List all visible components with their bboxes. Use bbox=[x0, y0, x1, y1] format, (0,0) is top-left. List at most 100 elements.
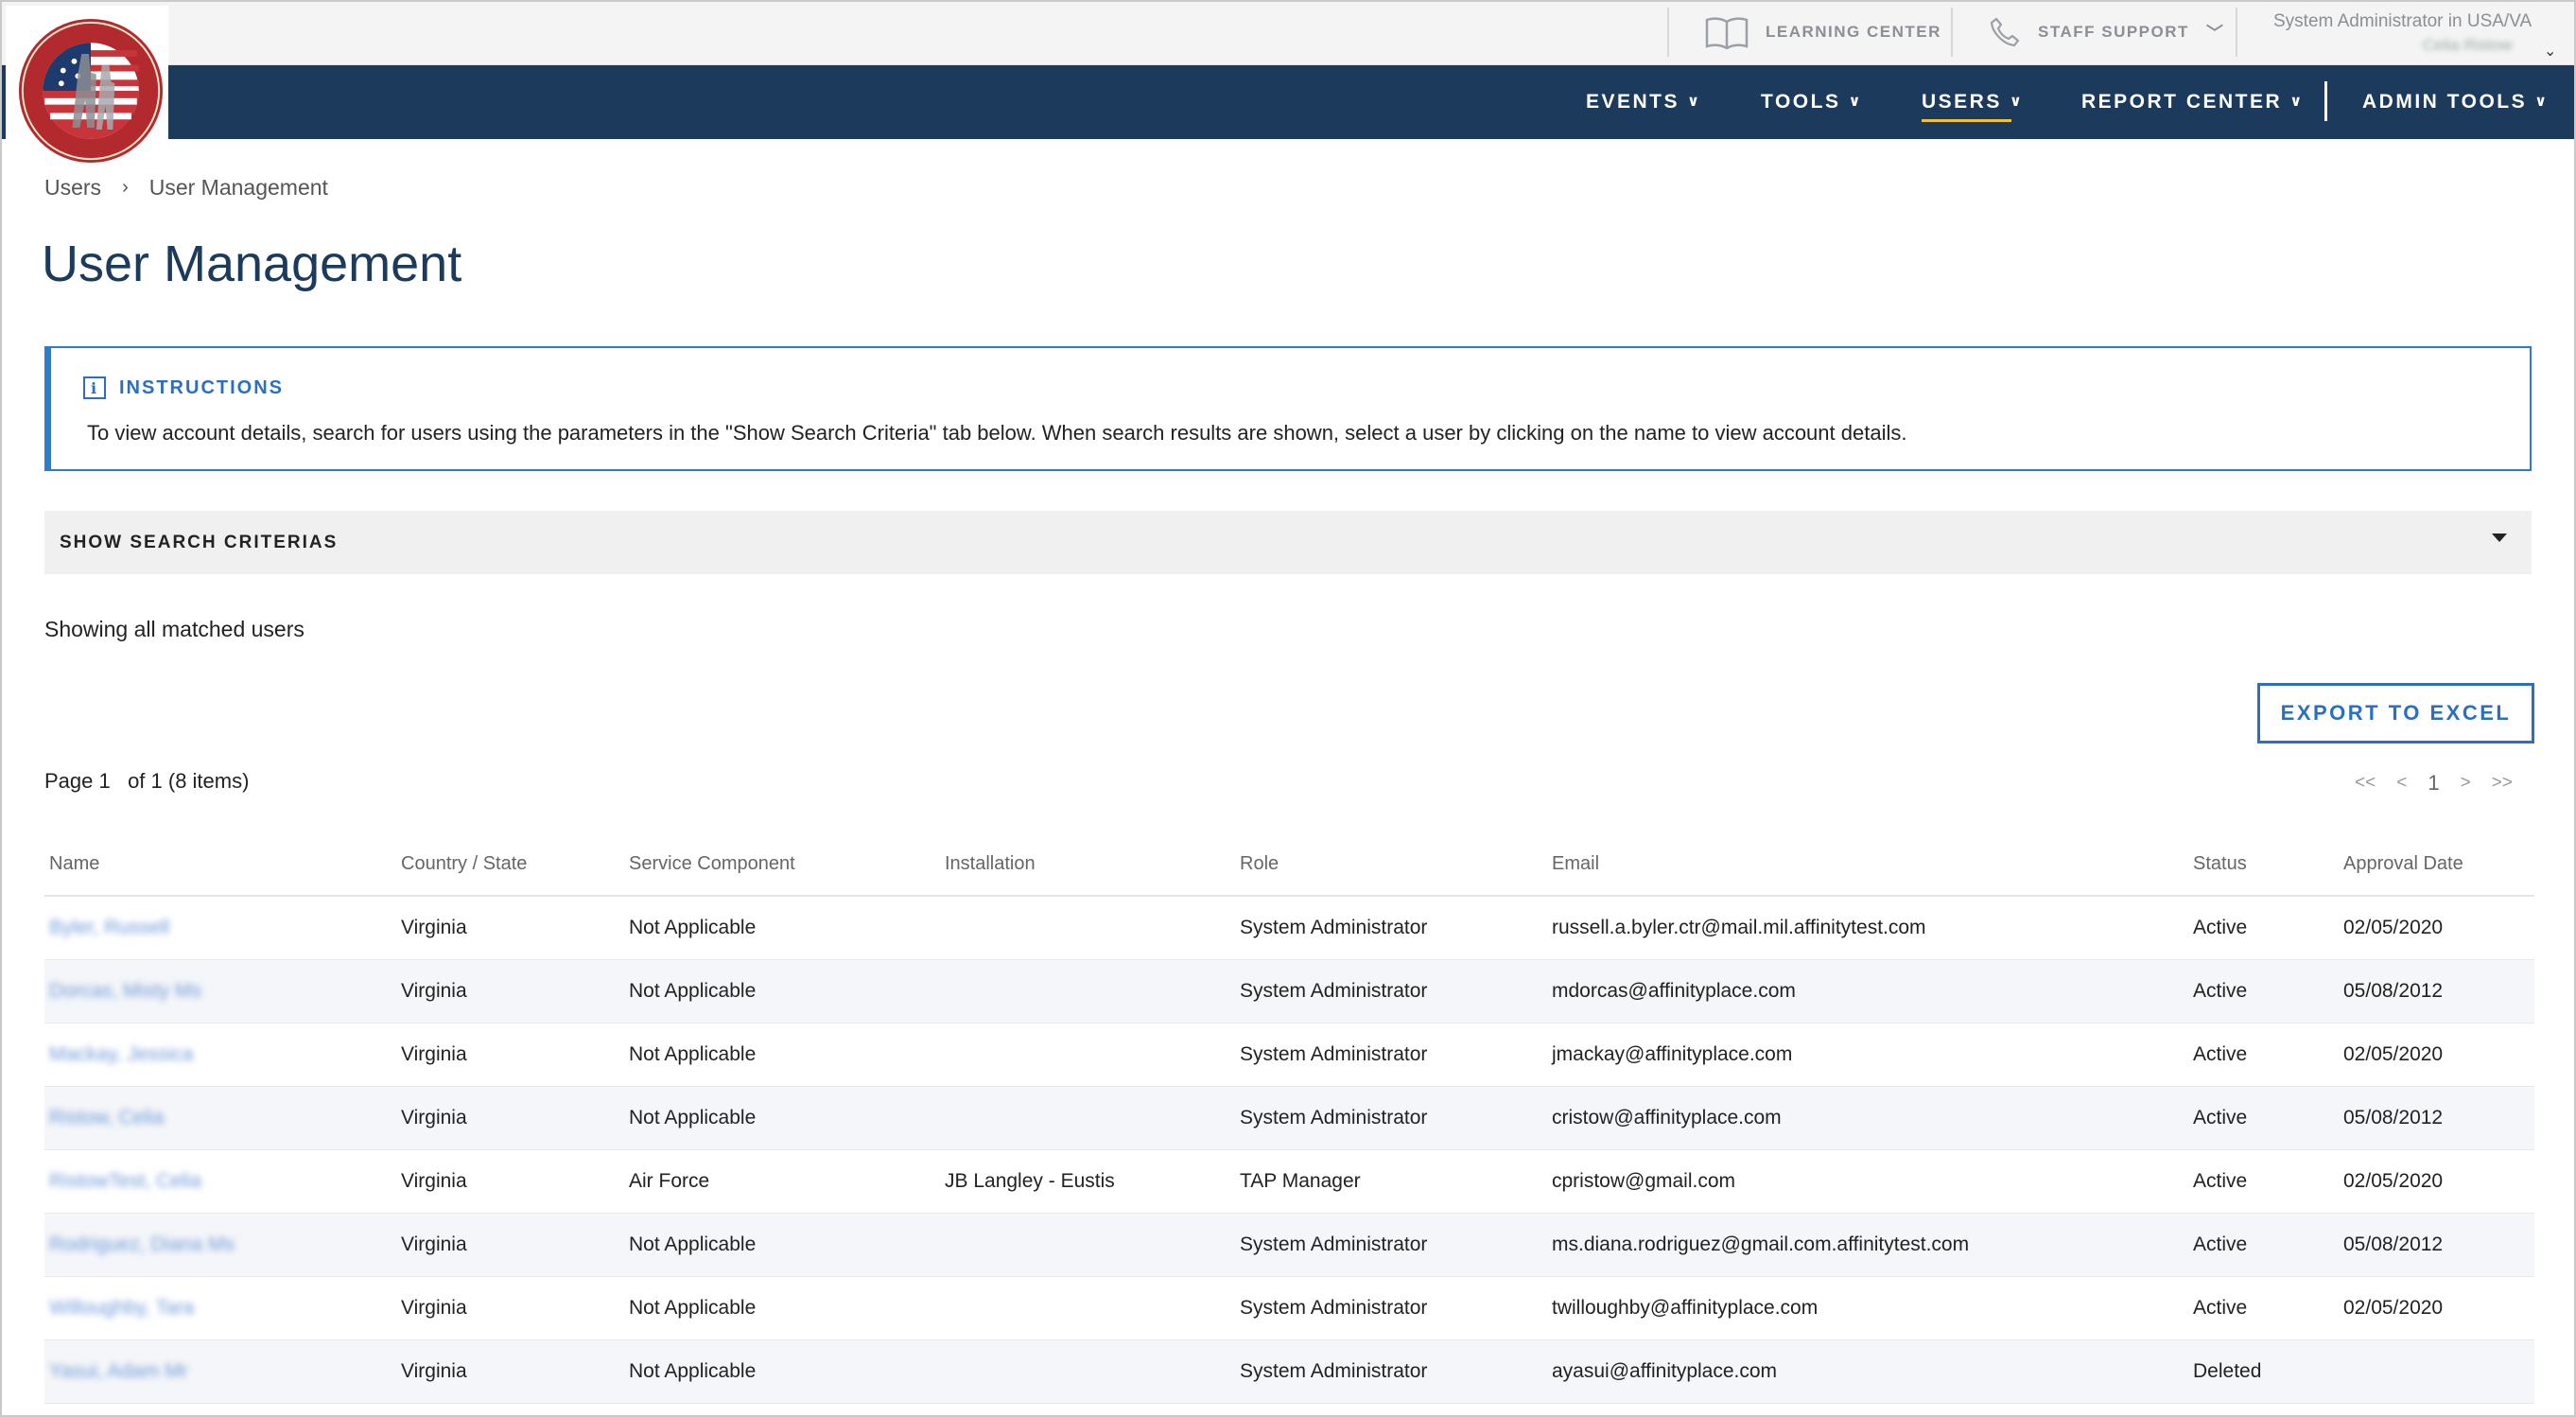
cell-status: Deleted bbox=[2193, 1360, 2262, 1382]
cell-country-state: Virginia bbox=[401, 1297, 467, 1319]
pager-prev[interactable]: < bbox=[2396, 773, 2407, 794]
breadcrumb-separator: › bbox=[122, 177, 129, 198]
nav-admin-tools[interactable]: ADMIN TOOLS ∨ bbox=[2362, 65, 2550, 139]
chevron-down-icon: ∨ bbox=[1687, 94, 1702, 110]
staff-support-menu[interactable]: STAFF SUPPORT ﹀ bbox=[1989, 0, 2223, 64]
matched-users-text: Showing all matched users bbox=[44, 617, 305, 641]
table-body: Byler, Russell Virginia Not Applicable Syst… bbox=[44, 897, 2534, 1404]
export-to-excel-button[interactable]: EXPORT TO EXCEL bbox=[2257, 683, 2534, 743]
learning-center-link[interactable]: LEARNING CENTER bbox=[1705, 0, 1941, 64]
utility-divider bbox=[1951, 8, 1953, 57]
header-col-email: Email bbox=[1552, 853, 1600, 874]
cell-country-state: Virginia bbox=[401, 1107, 467, 1128]
cell-status: Active bbox=[2193, 917, 2248, 938]
nav-divider bbox=[2324, 81, 2327, 121]
cell-approval-date: 02/05/2020 bbox=[2343, 1297, 2444, 1319]
chevron-down-icon: ∨ bbox=[2009, 94, 2025, 110]
cell-approval-date: 05/08/2012 bbox=[2343, 1233, 2444, 1255]
instructions-panel: i INSTRUCTIONS To view account details, … bbox=[44, 346, 2532, 471]
cell-email: russell.a.byler.ctr@mail.mil.affinitytes… bbox=[1552, 917, 1926, 938]
cell-country-state: Virginia bbox=[401, 1233, 467, 1255]
header-col-country-state: Country / State bbox=[401, 853, 528, 874]
table-row: Yasui, Adam Mr Virginia Not Applicable Syst… bbox=[44, 1340, 2534, 1404]
user-name-link[interactable]: Yasui, Adam Mr bbox=[49, 1340, 188, 1403]
logo-container[interactable] bbox=[6, 6, 168, 165]
cell-role: System Administrator bbox=[1240, 917, 1428, 938]
cell-country-state: Virginia bbox=[401, 1360, 467, 1382]
nav-tools[interactable]: TOOLS ∨ bbox=[1761, 65, 1863, 139]
cell-role: System Administrator bbox=[1240, 1107, 1428, 1128]
breadcrumb-users-link[interactable]: Users bbox=[44, 175, 101, 201]
cell-service-component: Not Applicable bbox=[629, 1297, 757, 1319]
learning-center-label: LEARNING CENTER bbox=[1766, 23, 1941, 41]
cell-service-component: Not Applicable bbox=[629, 980, 757, 1002]
instructions-text: To view account details, search for user… bbox=[87, 421, 1907, 445]
user-account-menu[interactable]: System Administrator in USA/VA Celia Ris… bbox=[2273, 11, 2556, 60]
cell-status: Active bbox=[2193, 980, 2248, 1002]
staff-support-label: STAFF SUPPORT bbox=[2038, 23, 2189, 41]
cell-country-state: Virginia bbox=[401, 917, 467, 938]
user-name-link[interactable]: Rodriguez, Diana Ms bbox=[49, 1214, 235, 1276]
header-col-name: Name bbox=[49, 853, 100, 874]
instructions-header: i INSTRUCTIONS bbox=[83, 376, 284, 399]
chevron-down-icon: ﹀ bbox=[2205, 24, 2223, 43]
cell-service-component: Not Applicable bbox=[629, 1043, 757, 1065]
cell-email: mdorcas@affinityplace.com bbox=[1552, 980, 1796, 1002]
cell-approval-date: 05/08/2012 bbox=[2343, 1107, 2444, 1128]
user-name-link[interactable]: Willoughby, Tara bbox=[49, 1277, 194, 1339]
nav-report-center-label: REPORT CENTER bbox=[2081, 91, 2283, 113]
pager-first[interactable]: << bbox=[2355, 773, 2376, 794]
cell-email: ms.diana.rodriguez@gmail.com.affinitytes… bbox=[1552, 1233, 1970, 1255]
main-navigation: EVENTS ∨ TOOLS ∨ USERS ∨ REPORT CENTER ∨ ADM… bbox=[0, 65, 2576, 139]
table-row: Rodriguez, Diana Ms Virginia Not Applicabl… bbox=[44, 1214, 2534, 1277]
user-name-link[interactable]: Ristow, Celia bbox=[49, 1087, 164, 1149]
cell-country-state: Virginia bbox=[401, 1170, 467, 1192]
caret-down-icon bbox=[2492, 534, 2507, 542]
cell-service-component: Not Applicable bbox=[629, 917, 757, 938]
pager-next[interactable]: > bbox=[2461, 773, 2471, 794]
cell-country-state: Virginia bbox=[401, 980, 467, 1002]
breadcrumb-current: User Management bbox=[148, 175, 328, 200]
nav-tools-label: TOOLS bbox=[1761, 91, 1841, 113]
table-row: Ristow, Celia Virginia Not Applicable Syste… bbox=[44, 1087, 2534, 1150]
cell-role: TAP Manager bbox=[1240, 1170, 1361, 1192]
cell-approval-date: 05/08/2012 bbox=[2343, 980, 2444, 1002]
page-info: Page 1 of 1 (8 items) bbox=[44, 769, 250, 793]
header-col-role: Role bbox=[1240, 853, 1279, 874]
instructions-heading: INSTRUCTIONS bbox=[119, 376, 284, 398]
nav-users[interactable]: USERS ∨ bbox=[1922, 65, 2024, 139]
utility-divider bbox=[1667, 8, 1669, 57]
user-name-link[interactable]: RistowTest, Celia bbox=[49, 1150, 201, 1213]
header-col-approval-date: Approval Date bbox=[2343, 853, 2463, 874]
cell-email: jmackay@affinityplace.com bbox=[1552, 1043, 1793, 1065]
search-criteria-label: SHOW SEARCH CRITERIAS bbox=[60, 532, 339, 552]
nav-report-center[interactable]: REPORT CENTER ∨ bbox=[2081, 65, 2305, 139]
breadcrumb: Users › User Management bbox=[44, 175, 328, 201]
nav-admin-tools-label: ADMIN TOOLS bbox=[2362, 91, 2528, 113]
search-criteria-toggle[interactable]: SHOW SEARCH CRITERIAS bbox=[44, 511, 2532, 574]
chevron-down-icon: ∨ bbox=[2289, 94, 2305, 110]
user-name-link[interactable]: Mackay, Jessica bbox=[49, 1023, 194, 1086]
phone-icon bbox=[1990, 17, 2020, 47]
pager-last[interactable]: >> bbox=[2492, 773, 2513, 794]
cell-role: System Administrator bbox=[1240, 1360, 1428, 1382]
tap-seal-logo bbox=[18, 18, 164, 164]
nav-events[interactable]: EVENTS ∨ bbox=[1586, 65, 1702, 139]
cell-email: ayasui@affinityplace.com bbox=[1552, 1360, 1778, 1382]
chevron-down-icon: ∨ bbox=[2534, 94, 2550, 110]
header-col-status: Status bbox=[2193, 853, 2247, 874]
cell-status: Active bbox=[2193, 1107, 2248, 1128]
cell-status: Active bbox=[2193, 1170, 2248, 1192]
table-row: Dorcas, Misty Ms Virginia Not Applicable Sy… bbox=[44, 960, 2534, 1023]
user-name-link[interactable]: Byler, Russell bbox=[49, 897, 169, 959]
user-name: Celia Ristow bbox=[2423, 36, 2513, 54]
pager-current[interactable]: 1 bbox=[2428, 771, 2439, 796]
cell-status: Active bbox=[2193, 1297, 2248, 1319]
pagination: << < 1 > >> bbox=[2355, 771, 2513, 796]
user-name-link[interactable]: Dorcas, Misty Ms bbox=[49, 960, 201, 1023]
cell-role: System Administrator bbox=[1240, 1043, 1428, 1065]
utility-divider bbox=[2236, 8, 2237, 57]
cell-status: Active bbox=[2193, 1233, 2248, 1255]
cell-role: System Administrator bbox=[1240, 1297, 1428, 1319]
cell-country-state: Virginia bbox=[401, 1043, 467, 1065]
